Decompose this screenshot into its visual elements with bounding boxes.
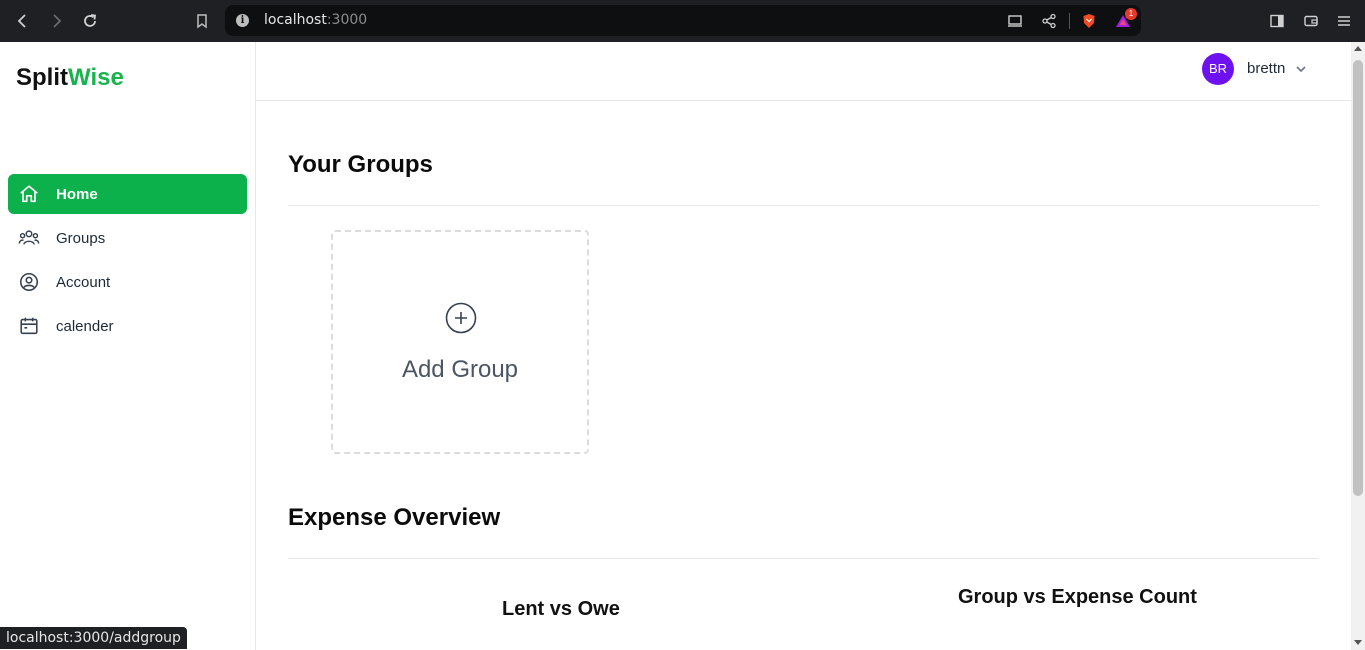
- user-circle-icon: [18, 271, 40, 293]
- scroll-up-icon[interactable]: [1354, 46, 1362, 51]
- scrollbar-thumb[interactable]: [1353, 60, 1363, 496]
- app-logo[interactable]: SplitWise: [16, 64, 124, 92]
- groups-heading: Your Groups: [288, 151, 433, 178]
- logo-text-split: Split: [16, 64, 68, 91]
- main-content: Your Groups Add Group Expense Overview L…: [256, 101, 1351, 650]
- url-host: localhost: [264, 12, 327, 28]
- sidebar-item-label: calender: [56, 317, 114, 335]
- wallet-icon[interactable]: [1299, 9, 1323, 33]
- sidebar-nav: Home Groups Account calender: [8, 174, 247, 350]
- link-status-tooltip: localhost:3000/addgroup: [0, 627, 187, 649]
- users-icon: [18, 227, 40, 249]
- sidebar-item-label: Groups: [56, 229, 106, 247]
- sidebar-item-label: Account: [56, 273, 111, 291]
- home-icon: [18, 183, 40, 205]
- groups-divider: [288, 205, 1319, 206]
- url-port: :3000: [326, 12, 368, 28]
- page-scrollbar[interactable]: [1351, 42, 1365, 650]
- username[interactable]: brettn: [1247, 60, 1285, 77]
- add-group-label: Add Group: [401, 356, 519, 383]
- sidebar-item-label: Home: [56, 185, 98, 203]
- sidebar-item-groups[interactable]: Groups: [8, 218, 247, 258]
- back-icon[interactable]: [11, 9, 35, 33]
- forward-icon[interactable]: [44, 9, 68, 33]
- sidebar-item-calender[interactable]: calender: [8, 306, 247, 346]
- bookmark-icon[interactable]: [190, 9, 214, 33]
- rewards-badge: 1: [1125, 8, 1137, 20]
- browser-toolbar: i localhost:3000 1: [0, 0, 1365, 42]
- toolbar-separator: [1069, 13, 1070, 29]
- avatar[interactable]: BR: [1202, 53, 1234, 85]
- share-icon[interactable]: [1040, 12, 1058, 30]
- brave-shield-icon[interactable]: [1080, 12, 1098, 30]
- cast-icon[interactable]: [1006, 12, 1024, 30]
- app-header: BR brettn: [256, 42, 1351, 101]
- add-group-card[interactable]: Add Group: [331, 230, 589, 454]
- calendar-icon: [18, 315, 40, 337]
- address-bar[interactable]: i localhost:3000 1: [225, 5, 1141, 36]
- chart-title-group-vs-expense: Group vs Expense Count: [958, 586, 1197, 608]
- chevron-down-icon[interactable]: [1294, 62, 1308, 76]
- site-info-icon[interactable]: i: [236, 14, 249, 27]
- overview-divider: [288, 558, 1319, 559]
- plus-circle-icon: [445, 302, 477, 334]
- sidebar-item-home[interactable]: Home: [8, 174, 247, 214]
- chart-title-lent-vs-owe: Lent vs Owe: [502, 598, 620, 620]
- expense-overview-heading: Expense Overview: [288, 504, 501, 531]
- reload-icon[interactable]: [78, 9, 102, 33]
- logo-text-wise: Wise: [68, 64, 124, 91]
- scroll-down-icon[interactable]: [1354, 640, 1362, 645]
- sidebar-item-account[interactable]: Account: [8, 262, 247, 302]
- url-text[interactable]: localhost:3000: [264, 12, 367, 28]
- sidebar: SplitWise Home Groups Account calender: [0, 42, 256, 650]
- sidebar-toggle-icon[interactable]: [1265, 9, 1289, 33]
- menu-icon[interactable]: [1332, 9, 1356, 33]
